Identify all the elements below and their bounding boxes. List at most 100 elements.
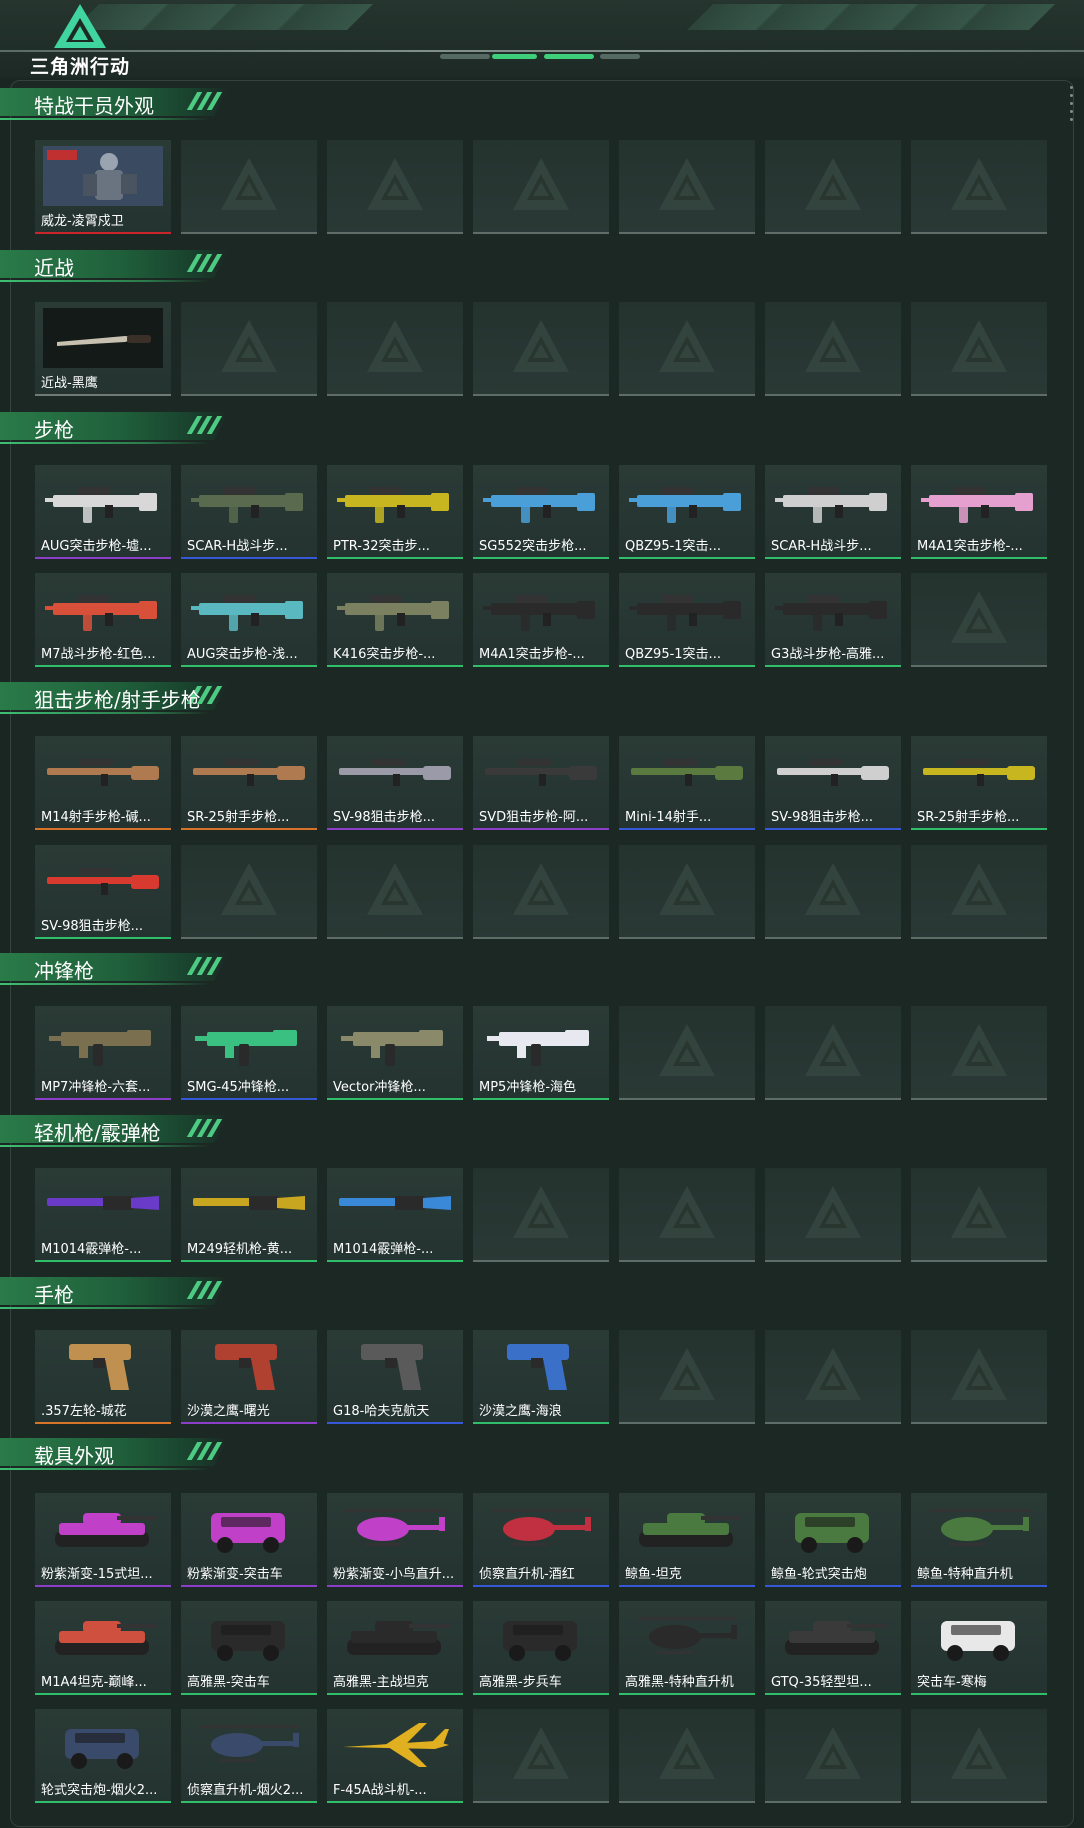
- item-card[interactable]: M7战斗步枪-红色...: [35, 573, 171, 667]
- item-card[interactable]: 粉紫渐变-15式坦...: [35, 1493, 171, 1587]
- empty-slot: [765, 302, 901, 396]
- section-title: 手枪: [34, 1283, 74, 1307]
- rifle-icon: [191, 487, 303, 523]
- slot-bar: [619, 937, 755, 939]
- item-card[interactable]: 鲸鱼-轮式突击炮: [765, 1493, 901, 1587]
- delta-watermark-icon: [805, 1727, 861, 1779]
- scrollbar[interactable]: [1070, 86, 1074, 126]
- rarity-bar: [35, 394, 171, 396]
- rarity-bar: [35, 828, 171, 830]
- item-card[interactable]: M4A1突击步枪-...: [911, 465, 1047, 559]
- item-card[interactable]: 近战-黑鹰: [35, 302, 171, 396]
- item-card[interactable]: 威龙-凌霄戍卫: [35, 140, 171, 234]
- empty-slot: [473, 1168, 609, 1262]
- item-card[interactable]: Vector冲锋枪...: [327, 1006, 463, 1100]
- rarity-bar: [327, 1585, 463, 1587]
- item-card[interactable]: 沙漠之鹰-海浪: [473, 1330, 609, 1424]
- item-card[interactable]: .357左轮-城花: [35, 1330, 171, 1424]
- item-label: AUG突击步枪-浅...: [187, 647, 298, 662]
- rifle-icon: [921, 487, 1033, 523]
- item-card[interactable]: SMG-45冲锋枪...: [181, 1006, 317, 1100]
- item-card[interactable]: 鲸鱼-特种直升机: [911, 1493, 1047, 1587]
- sniper-rifle-icon: [485, 759, 597, 786]
- delta-watermark-icon: [367, 863, 423, 915]
- item-card[interactable]: 高雅黑-突击车: [181, 1601, 317, 1695]
- game-logo: 三角洲行动: [30, 2, 140, 78]
- slot-bar: [911, 1422, 1047, 1424]
- item-card[interactable]: MP5冲锋枪-海色: [473, 1006, 609, 1100]
- rarity-bar: [473, 665, 609, 667]
- logo-text: 三角洲行动: [30, 56, 131, 78]
- delta-watermark-icon: [951, 158, 1007, 210]
- item-card[interactable]: SVD狙击步枪-阿...: [473, 736, 609, 830]
- item-card[interactable]: Mini-14射手...: [619, 736, 755, 830]
- slot-bar: [911, 1801, 1047, 1803]
- delta-watermark-icon: [659, 863, 715, 915]
- section-title: 狙击步枪/射手步枪: [34, 688, 201, 712]
- item-card[interactable]: MP7冲锋枪-六套...: [35, 1006, 171, 1100]
- item-card[interactable]: AUG突击步枪-浅...: [181, 573, 317, 667]
- rarity-bar: [765, 828, 901, 830]
- empty-slot: [327, 845, 463, 939]
- item-card[interactable]: 高雅黑-主战坦克: [327, 1601, 463, 1695]
- item-card[interactable]: SV-98狙击步枪...: [327, 736, 463, 830]
- top-header-bar: [0, 0, 1084, 78]
- slot-bar: [473, 1801, 609, 1803]
- item-card[interactable]: QBZ95-1突击...: [619, 465, 755, 559]
- item-card[interactable]: GTQ-35轻型坦...: [765, 1601, 901, 1695]
- shotgun-icon: [339, 1196, 451, 1210]
- rarity-bar: [327, 828, 463, 830]
- item-card[interactable]: M4A1突击步枪-...: [473, 573, 609, 667]
- item-card[interactable]: 侦察直升机-酒红: [473, 1493, 609, 1587]
- rifle-icon: [483, 487, 595, 523]
- item-label: M1A4坦克-巅峰...: [41, 1675, 147, 1690]
- item-card[interactable]: SV-98狙击步枪...: [35, 845, 171, 939]
- item-label: 高雅黑-步兵车: [479, 1675, 562, 1690]
- item-card[interactable]: 高雅黑-步兵车: [473, 1601, 609, 1695]
- jet-icon: [343, 1723, 449, 1767]
- header-indicator: [600, 54, 640, 59]
- empty-slot: [327, 140, 463, 234]
- item-card[interactable]: K416突击步枪-...: [327, 573, 463, 667]
- tank-icon: [55, 1513, 157, 1547]
- item-card[interactable]: SV-98狙击步枪...: [765, 736, 901, 830]
- header-indicator: [492, 54, 537, 59]
- item-card[interactable]: 粉紫渐变-小鸟直升...: [327, 1493, 463, 1587]
- item-card[interactable]: 轮式突击炮-烟火2...: [35, 1709, 171, 1803]
- slot-bar: [473, 1260, 609, 1262]
- rarity-bar: [619, 665, 755, 667]
- section-header: 冲锋枪: [0, 953, 240, 987]
- item-card[interactable]: M249轻机枪-黄...: [181, 1168, 317, 1262]
- item-card[interactable]: SCAR-H战斗步...: [765, 465, 901, 559]
- item-card[interactable]: M1014霰弹枪-...: [35, 1168, 171, 1262]
- item-card[interactable]: 突击车-寒梅: [911, 1601, 1047, 1695]
- item-card[interactable]: G18-哈夫克航天: [327, 1330, 463, 1424]
- delta-watermark-icon: [805, 1024, 861, 1076]
- item-card[interactable]: 侦察直升机-烟火2...: [181, 1709, 317, 1803]
- item-label: .357左轮-城花: [41, 1404, 127, 1419]
- helicopter-icon: [491, 1509, 591, 1546]
- rarity-bar: [911, 1693, 1047, 1695]
- slot-bar: [473, 232, 609, 234]
- rarity-bar: [619, 1693, 755, 1695]
- item-card[interactable]: SG552突击步枪...: [473, 465, 609, 559]
- item-card[interactable]: 鲸鱼-坦克: [619, 1493, 755, 1587]
- item-card[interactable]: M14射手步枪-碱...: [35, 736, 171, 830]
- item-card[interactable]: G3战斗步枪-高雅...: [765, 573, 901, 667]
- item-card[interactable]: 高雅黑-特种直升机: [619, 1601, 755, 1695]
- item-card[interactable]: F-45A战斗机-...: [327, 1709, 463, 1803]
- section-title: 冲锋枪: [34, 959, 94, 983]
- slot-bar: [327, 394, 463, 396]
- item-card[interactable]: PTR-32突击步...: [327, 465, 463, 559]
- item-card[interactable]: 粉紫渐变-突击车: [181, 1493, 317, 1587]
- rarity-bar: [35, 937, 171, 939]
- item-card[interactable]: SCAR-H战斗步...: [181, 465, 317, 559]
- item-card[interactable]: AUG突击步枪-墟...: [35, 465, 171, 559]
- knife-icon: [43, 308, 163, 368]
- item-card[interactable]: SR-25射手步枪...: [181, 736, 317, 830]
- item-card[interactable]: M1014霰弹枪-...: [327, 1168, 463, 1262]
- item-card[interactable]: 沙漠之鹰-曙光: [181, 1330, 317, 1424]
- item-card[interactable]: QBZ95-1突击...: [619, 573, 755, 667]
- item-card[interactable]: M1A4坦克-巅峰...: [35, 1601, 171, 1695]
- item-card[interactable]: SR-25射手步枪...: [911, 736, 1047, 830]
